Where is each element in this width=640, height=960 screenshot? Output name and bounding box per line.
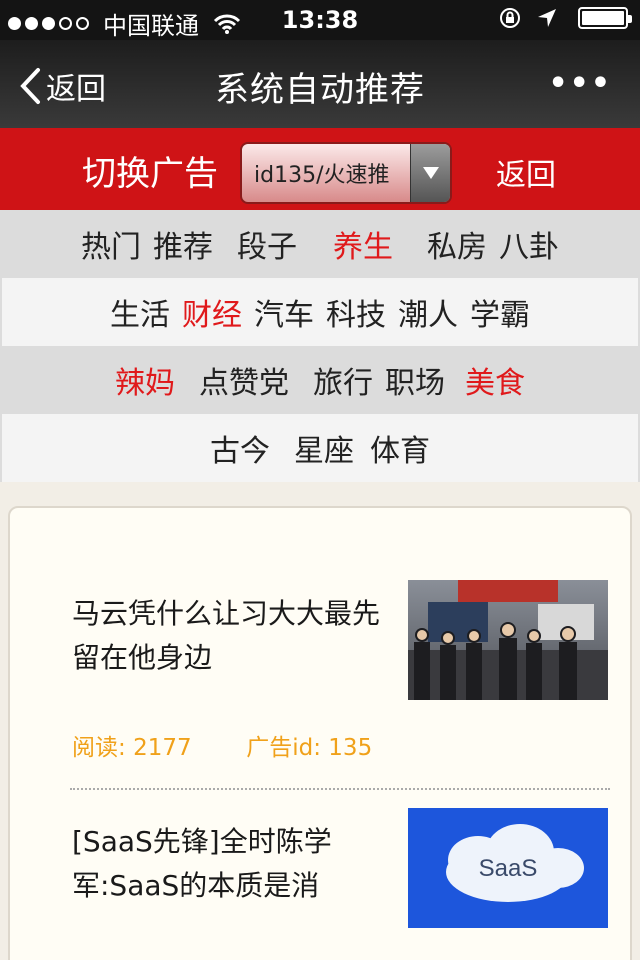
article-thumbnail[interactable] [408, 580, 608, 700]
nav-bar: 返回 系统自动推荐 ••• [0, 40, 640, 128]
more-menu-button[interactable]: ••• [548, 66, 612, 101]
app-root: 中国联通 13:38 返回 系统自动推荐 ••• 切换广告 id135/火速推 … [0, 0, 640, 960]
category-hot[interactable]: 热门 [81, 222, 141, 266]
category-cars[interactable]: 汽车 [254, 290, 314, 334]
status-bar: 中国联通 13:38 [0, 0, 640, 40]
article-meta: 阅读: 2177 广告id: 135 [72, 728, 372, 762]
category-tech[interactable]: 科技 [326, 290, 386, 334]
article-thumbnail[interactable]: SaaS [408, 808, 608, 928]
category-recommend[interactable]: 推荐 [153, 222, 213, 266]
category-row: 辣妈 点赞党 旅行 职场 美食 [0, 346, 640, 414]
category-finance[interactable]: 财经 [182, 290, 242, 334]
battery-icon [578, 7, 632, 29]
switch-ad-label: 切换广告 [82, 154, 218, 194]
article-card: 马云凭什么让习大大最先留在他身边 阅读: 2177 广告id: 135 [Saa… [8, 506, 632, 960]
category-history[interactable]: 古今 [210, 426, 270, 470]
category-likes[interactable]: 点赞党 [199, 358, 289, 402]
category-life[interactable]: 生活 [110, 290, 170, 334]
category-gossip[interactable]: 八卦 [499, 222, 559, 266]
category-sports[interactable]: 体育 [370, 426, 430, 470]
page-title: 系统自动推荐 [215, 70, 425, 110]
article-item[interactable]: [SaaS先锋]全时陈学军:SaaS的本质是消 SaaS [70, 808, 610, 960]
category-career[interactable]: 职场 [385, 358, 445, 402]
category-private[interactable]: 私房 [427, 222, 487, 266]
category-row: 热门 推荐 段子 养生 私房 八卦 [0, 210, 640, 278]
category-food[interactable]: 美食 [465, 358, 525, 402]
article-title[interactable]: [SaaS先锋]全时陈学军:SaaS的本质是消 [72, 820, 382, 908]
category-row: 生活 财经 汽车 科技 潮人 学霸 [0, 278, 640, 346]
category-jokes[interactable]: 段子 [237, 222, 297, 266]
ad-id-label: 广告id: [246, 735, 321, 761]
saas-thumb-text: SaaS [479, 855, 538, 882]
ad-id-value: 135 [328, 735, 373, 761]
rotation-lock-icon [500, 8, 520, 28]
category-moms[interactable]: 辣妈 [115, 358, 175, 402]
category-trendy[interactable]: 潮人 [398, 290, 458, 334]
ad-select-value: id135/火速推 [254, 163, 390, 188]
dropdown-arrow-icon[interactable] [410, 144, 450, 202]
status-right [498, 6, 632, 30]
category-scholar[interactable]: 学霸 [470, 290, 530, 334]
category-travel[interactable]: 旅行 [313, 358, 373, 402]
article-title[interactable]: 马云凭什么让习大大最先留在他身边 [72, 592, 382, 680]
category-grid: 热门 推荐 段子 养生 私房 八卦 生活 财经 汽车 科技 潮人 学霸 辣妈 点… [0, 210, 640, 482]
read-count-label: 阅读: [72, 735, 126, 761]
article-divider [70, 788, 610, 790]
ad-select-dropdown[interactable]: id135/火速推 [240, 142, 452, 204]
category-health[interactable]: 养生 [333, 222, 393, 266]
category-row: 古今 星座 体育 [0, 414, 640, 482]
ad-switch-bar: 切换广告 id135/火速推 返回 [0, 128, 640, 210]
return-button[interactable]: 返回 [496, 150, 556, 194]
read-count-value: 2177 [133, 735, 192, 761]
category-horoscope[interactable]: 星座 [294, 426, 354, 470]
location-arrow-icon [538, 9, 556, 27]
